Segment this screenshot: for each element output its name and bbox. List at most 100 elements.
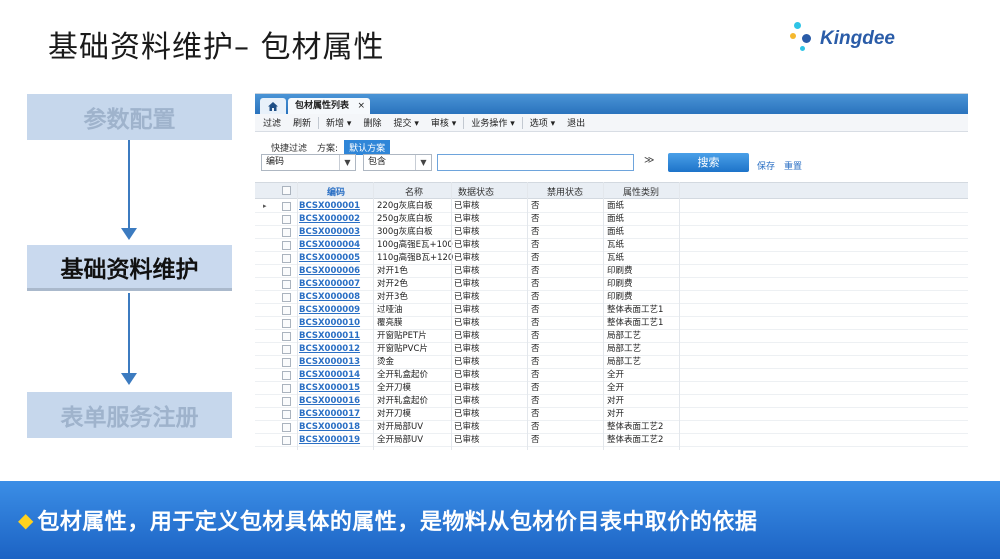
cell-code[interactable]: BCSX000016 [299, 395, 360, 407]
toolbar-delete-button[interactable]: 删除 [357, 116, 387, 129]
table-row[interactable]: BCSX000013 烫金 已审核 否 局部工艺 [255, 356, 968, 369]
cell-name: 全开刀模 [377, 383, 412, 393]
table-row[interactable]: BCSX000006 对开1色 已审核 否 印刷费 [255, 265, 968, 278]
cell-code[interactable]: BCSX000003 [299, 226, 360, 238]
filter-field-select[interactable]: 编码 ▼ [261, 154, 356, 171]
row-checkbox[interactable] [282, 241, 291, 250]
toolbar-new-button[interactable]: 新增 ▾ [320, 116, 357, 129]
table-row[interactable]: BCSX000002 250g灰底白板 已审核 否 面纸 [255, 213, 968, 226]
column-header-code[interactable]: 编码 [327, 185, 345, 198]
table-row[interactable]: BCSX000008 对开3色 已审核 否 印刷费 [255, 291, 968, 304]
row-checkbox[interactable] [282, 254, 291, 263]
table-row[interactable]: BCSX000004 100g高强E瓦+100 已审核 否 瓦纸 [255, 239, 968, 252]
cell-code[interactable]: BCSX000005 [299, 252, 360, 264]
cell-attribute-category: 面纸 [607, 227, 625, 237]
cell-code[interactable]: BCSX000017 [299, 408, 360, 420]
row-checkbox[interactable] [282, 293, 291, 302]
home-tab[interactable] [260, 98, 286, 114]
row-checkbox[interactable] [282, 228, 291, 237]
reset-link[interactable]: 重置 [784, 159, 802, 172]
cell-data-status: 已审核 [454, 253, 480, 263]
close-icon[interactable]: × [357, 98, 365, 114]
toolbar-submit-button[interactable]: 提交 ▾ [387, 116, 424, 129]
row-checkbox[interactable] [282, 306, 291, 315]
table-row[interactable]: BCSX000015 全开刀模 已审核 否 全开 [255, 382, 968, 395]
toolbar-audit-label: 审核 [430, 119, 449, 129]
table-row[interactable]: BCSX000005 110g高强B瓦+120 已审核 否 瓦纸 [255, 252, 968, 265]
row-checkbox[interactable] [282, 319, 291, 328]
table-row[interactable]: BCSX000011 开窗贴PET片 已审核 否 局部工艺 [255, 330, 968, 343]
table-row[interactable]: BCSX000019 全开局部UV 已审核 否 整体表面工艺2 [255, 434, 968, 447]
row-checkbox[interactable] [282, 215, 291, 224]
cell-code[interactable]: BCSX000013 [299, 356, 360, 368]
column-header-name[interactable]: 名称 [405, 185, 423, 198]
cell-code[interactable]: BCSX000001 [299, 200, 360, 212]
cell-attribute-category: 局部工艺 [607, 331, 642, 341]
cell-disabled-status: 否 [531, 318, 540, 328]
row-checkbox[interactable] [282, 280, 291, 289]
row-checkbox[interactable] [282, 267, 291, 276]
table-row[interactable]: BCSX000003 300g灰底白板 已审核 否 面纸 [255, 226, 968, 239]
cell-code[interactable]: BCSX000011 [299, 330, 360, 342]
toolbar-options-button[interactable]: 选项 ▾ [524, 116, 561, 129]
cell-attribute-category: 瓦纸 [607, 253, 625, 263]
default-scheme-button[interactable]: 默认方案 [344, 140, 391, 155]
cell-data-status: 已审核 [454, 214, 480, 224]
table-row[interactable]: BCSX000010 覆亮膜 已审核 否 整体表面工艺1 [255, 317, 968, 330]
row-checkbox[interactable] [282, 410, 291, 419]
cell-data-status: 已审核 [454, 370, 480, 380]
row-checkbox[interactable] [282, 384, 291, 393]
cell-code[interactable]: BCSX000010 [299, 317, 360, 329]
table-row[interactable]: BCSX000018 对开局部UV 已审核 否 整体表面工艺2 [255, 421, 968, 434]
cell-code[interactable]: BCSX000015 [299, 382, 360, 394]
save-scheme-link[interactable]: 保存 [757, 159, 775, 172]
row-checkbox[interactable] [282, 423, 291, 432]
table-row[interactable]: BCSX000014 全开轧盒起价 已审核 否 全开 [255, 369, 968, 382]
table-row[interactable]: BCSX000017 对开刀模 已审核 否 对开 [255, 408, 968, 421]
filter-operator-select[interactable]: 包含 ▼ [363, 154, 432, 171]
column-header-attribute-category[interactable]: 属性类别 [623, 185, 659, 198]
table-row[interactable]: ▸ BCSX000001 220g灰底白板 已审核 否 面纸 [255, 200, 968, 213]
toolbar-divider [521, 116, 523, 129]
cell-disabled-status: 否 [531, 435, 540, 445]
row-checkbox[interactable] [282, 345, 291, 354]
toolbar-business-ops-button[interactable]: 业务操作 ▾ [465, 116, 520, 129]
cell-code[interactable]: BCSX000007 [299, 278, 360, 290]
cell-code[interactable]: BCSX000018 [299, 421, 360, 433]
search-button[interactable]: 搜索 [668, 153, 749, 172]
select-all-checkbox[interactable] [282, 186, 291, 195]
cell-data-status: 已审核 [454, 227, 480, 237]
tab-packaging-attributes[interactable]: 包材属性列表 × [288, 98, 370, 114]
cell-disabled-status: 否 [531, 227, 540, 237]
banner-text: 包材属性，用于定义包材具体的属性，是物料从包材价目表中取价的依据 [37, 510, 758, 535]
column-header-disabled-status[interactable]: 禁用状态 [547, 185, 583, 198]
toolbar-refresh-button[interactable]: 刷新 [287, 116, 317, 129]
toolbar-audit-button[interactable]: 审核 ▾ [425, 116, 462, 129]
table-row[interactable]: BCSX000016 对开轧盒起价 已审核 否 对开 [255, 395, 968, 408]
cell-code[interactable]: BCSX000006 [299, 265, 360, 277]
column-header-data-status[interactable]: 数据状态 [458, 185, 494, 198]
cell-code[interactable]: BCSX000008 [299, 291, 360, 303]
cell-code[interactable]: BCSX000014 [299, 369, 360, 381]
table-row[interactable]: BCSX000012 开窗贴PVC片 已审核 否 局部工艺 [255, 343, 968, 356]
cell-code[interactable]: BCSX000012 [299, 343, 360, 355]
scheme-label: 方案: [317, 144, 339, 154]
row-checkbox[interactable] [282, 371, 291, 380]
cell-code[interactable]: BCSX000004 [299, 239, 360, 251]
cell-data-status: 已审核 [454, 240, 480, 250]
filter-value-input[interactable] [437, 154, 634, 171]
toolbar-exit-button[interactable]: 退出 [561, 116, 591, 129]
row-checkbox[interactable] [282, 202, 291, 211]
toolbar-filter-button[interactable]: 过滤 [257, 116, 287, 129]
cell-code[interactable]: BCSX000019 [299, 434, 360, 446]
cell-code[interactable]: BCSX000009 [299, 304, 360, 316]
row-checkbox[interactable] [282, 397, 291, 406]
table-row[interactable]: BCSX000007 对开2色 已审核 否 印刷费 [255, 278, 968, 291]
expand-icon[interactable]: ≫ [644, 155, 654, 166]
quick-filter-label: 快捷过滤 [271, 144, 308, 154]
cell-code[interactable]: BCSX000002 [299, 213, 360, 225]
table-row[interactable]: BCSX000009 过哑油 已审核 否 整体表面工艺1 [255, 304, 968, 317]
row-checkbox[interactable] [282, 332, 291, 341]
row-checkbox[interactable] [282, 358, 291, 367]
row-checkbox[interactable] [282, 436, 291, 445]
